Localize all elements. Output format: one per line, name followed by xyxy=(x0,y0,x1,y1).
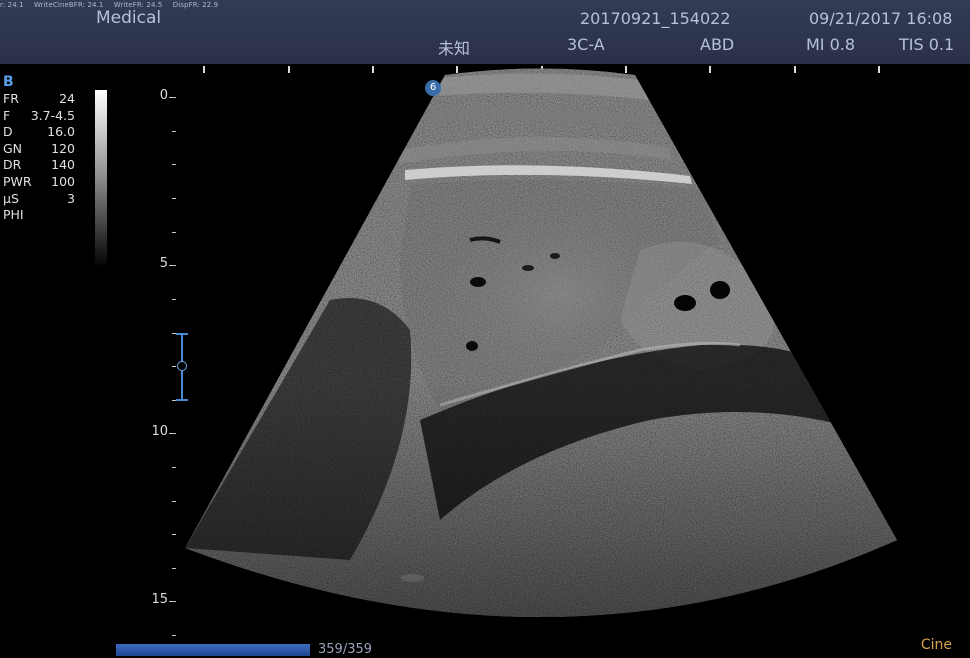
depth-minor-tick xyxy=(172,131,176,132)
depth-label: 0 xyxy=(159,88,168,103)
depth-major-tick xyxy=(169,97,176,98)
depth-label: 15 xyxy=(151,592,168,607)
depth-major-tick xyxy=(169,265,176,266)
depth-minor-tick xyxy=(172,366,176,367)
focus-bottom-cap xyxy=(176,399,188,401)
focus-point-icon[interactable] xyxy=(177,361,187,371)
depth-major-tick xyxy=(169,601,176,602)
depth-minor-tick xyxy=(172,299,176,300)
depth-minor-tick xyxy=(172,164,176,165)
cine-frame-counter: 359/359 xyxy=(318,642,373,657)
orientation-marker-icon: 6 xyxy=(425,80,441,96)
depth-minor-tick xyxy=(172,198,176,199)
cine-progress-bar[interactable] xyxy=(116,644,310,656)
cine-mode-label: Cine xyxy=(920,637,952,653)
depth-label: 5 xyxy=(159,256,168,271)
depth-minor-tick xyxy=(172,232,176,233)
depth-minor-tick xyxy=(172,568,176,569)
depth-minor-tick xyxy=(172,534,176,535)
depth-label: 10 xyxy=(151,424,168,439)
depth-minor-tick xyxy=(172,635,176,636)
depth-minor-tick xyxy=(172,467,176,468)
depth-minor-tick xyxy=(172,501,176,502)
depth-major-tick xyxy=(169,433,176,434)
